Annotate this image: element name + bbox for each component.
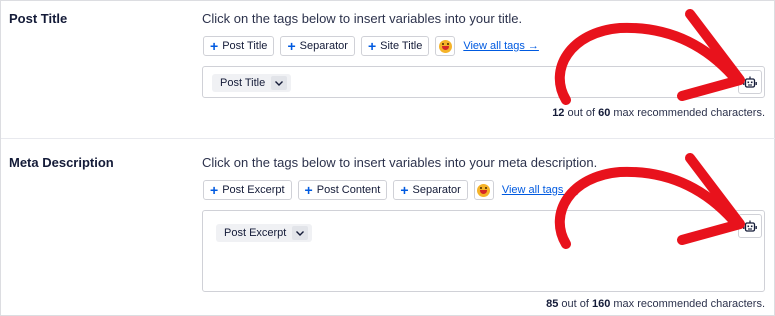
- post-title-tag-row: + Post Title + Separator + Site Title View …: [203, 36, 539, 56]
- tag-separator-button[interactable]: + Separator: [280, 36, 355, 56]
- emoji-icon: [477, 183, 491, 197]
- robot-icon: [743, 76, 757, 88]
- chevron-down-icon[interactable]: [292, 226, 309, 240]
- plus-icon: +: [210, 182, 219, 198]
- post-title-editor[interactable]: Post Title: [202, 66, 765, 98]
- meta-description-label: Meta Description: [9, 155, 114, 170]
- plus-icon: +: [287, 38, 296, 54]
- emoji-icon: [438, 39, 452, 53]
- ai-generate-button[interactable]: [738, 70, 762, 94]
- meta-description-help-text: Click on the tags below to insert variab…: [202, 155, 598, 170]
- tag-post-title-button[interactable]: + Post Title: [203, 36, 275, 56]
- chevron-down-icon[interactable]: [271, 76, 288, 90]
- meta-description-editor[interactable]: Post Excerpt: [202, 210, 765, 292]
- robot-icon: [743, 220, 757, 232]
- tag-post-content-button[interactable]: + Post Content: [297, 180, 388, 200]
- tag-site-title-button[interactable]: + Site Title: [360, 36, 430, 56]
- plus-icon: +: [210, 38, 219, 54]
- meta-description-char-counter: 85 out of 160 max recommended characters…: [546, 298, 765, 310]
- post-title-label: Post Title: [9, 11, 68, 26]
- plus-icon: +: [400, 182, 409, 198]
- view-all-tags-link[interactable]: View all tags →: [463, 40, 539, 52]
- tag-post-excerpt-button[interactable]: + Post Excerpt: [203, 180, 292, 200]
- plus-icon: +: [367, 38, 377, 54]
- emoji-picker-button[interactable]: [473, 180, 494, 200]
- view-all-tags-link[interactable]: View all tags →: [502, 184, 578, 196]
- meta-description-tag-row: + Post Excerpt + Post Content + Separator V…: [203, 180, 577, 200]
- tag-separator-button[interactable]: + Separator: [393, 180, 468, 200]
- post-title-help-text: Click on the tags below to insert variab…: [202, 11, 523, 26]
- section-divider: [1, 138, 775, 139]
- post-excerpt-chip[interactable]: Post Excerpt: [216, 224, 313, 242]
- post-title-chip[interactable]: Post Title: [212, 74, 292, 92]
- emoji-picker-button[interactable]: [435, 36, 456, 56]
- ai-generate-button[interactable]: [738, 214, 762, 238]
- post-title-char-counter: 12 out of 60 max recommended characters.: [552, 107, 765, 119]
- plus-icon: +: [304, 182, 313, 198]
